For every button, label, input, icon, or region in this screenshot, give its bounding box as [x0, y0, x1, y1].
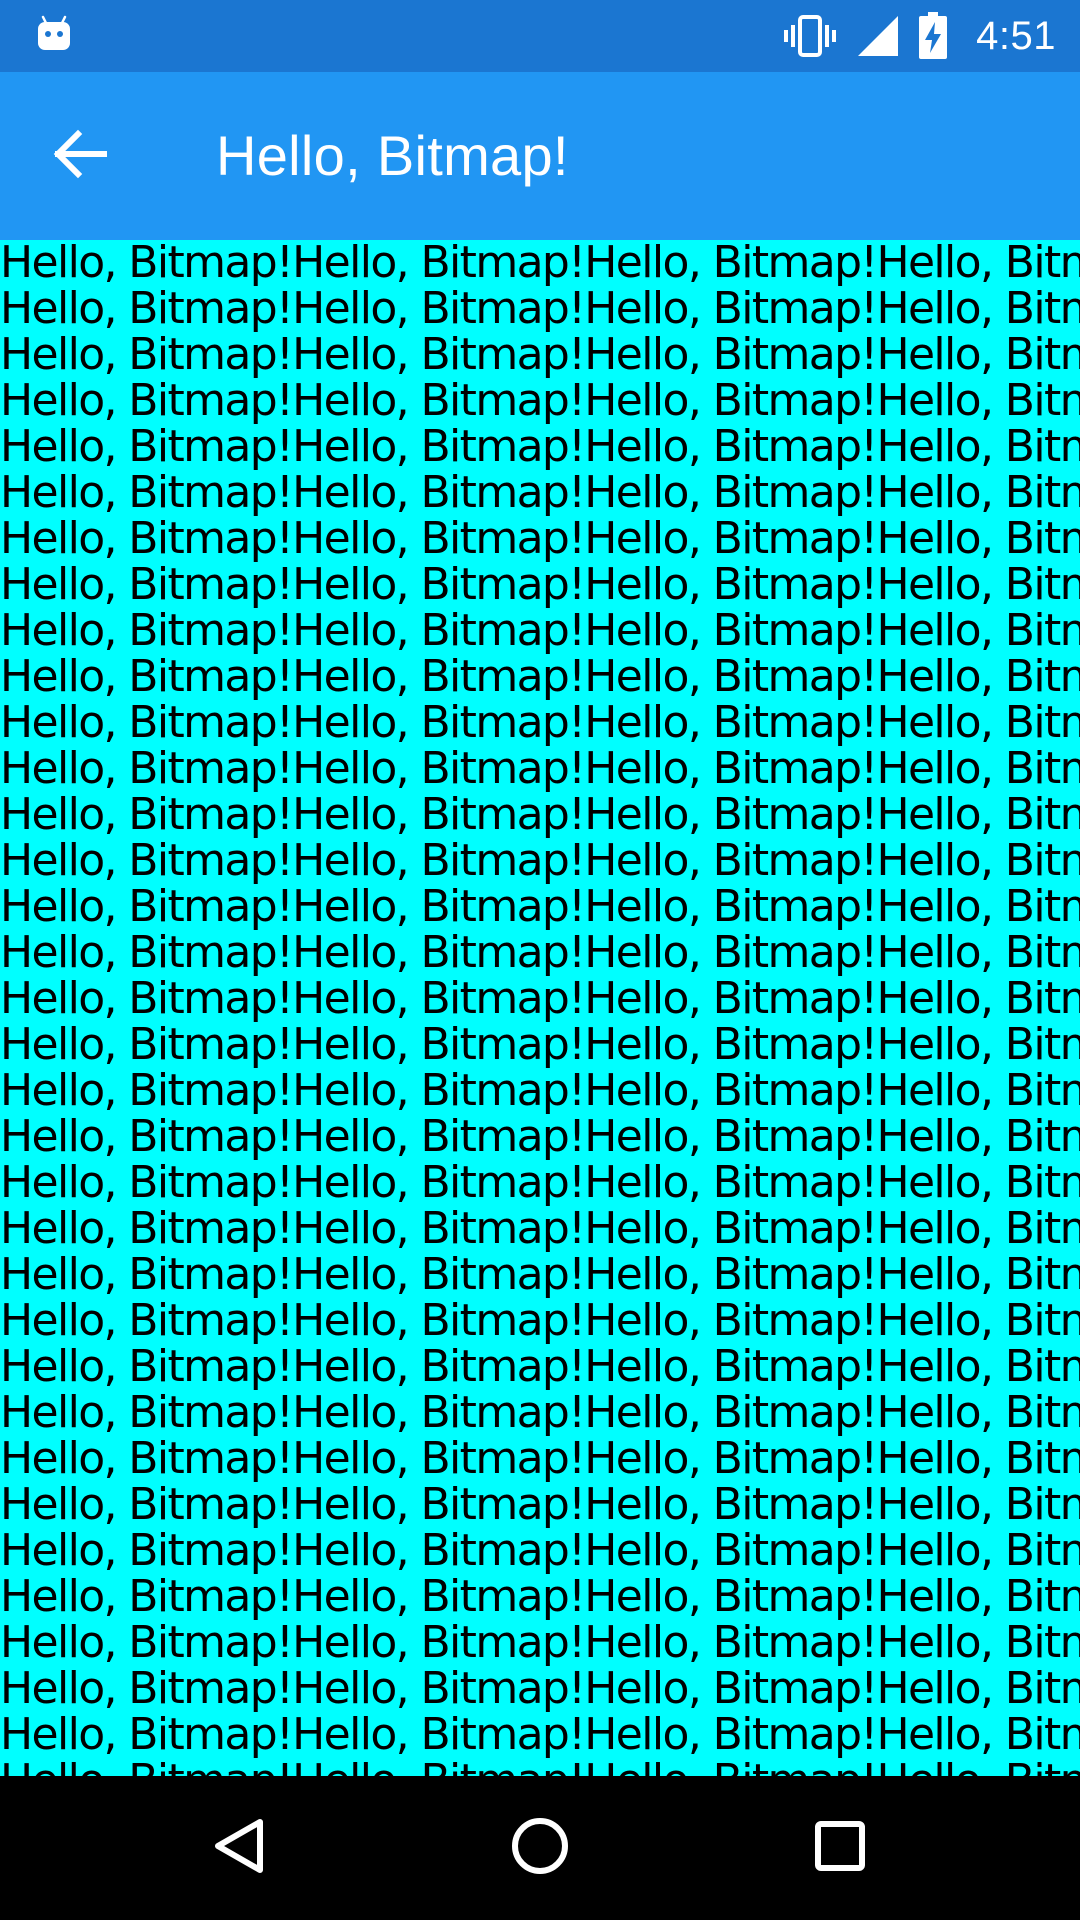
- text-line: Hello, Bitmap!Hello, Bitmap!Hello, Bitma…: [0, 743, 1080, 794]
- text-line: Hello, Bitmap!Hello, Bitmap!Hello, Bitma…: [0, 605, 1080, 656]
- status-icons: 4:51: [782, 0, 1056, 72]
- android-icon: [34, 14, 74, 54]
- nav-home-icon: [510, 1816, 570, 1881]
- app-bar: Hello, Bitmap!: [0, 72, 1080, 240]
- battery-charging-icon: [918, 12, 948, 60]
- text-line: Hello, Bitmap!Hello, Bitmap!Hello, Bitma…: [0, 1019, 1080, 1070]
- text-line: Hello, Bitmap!Hello, Bitmap!Hello, Bitma…: [0, 1341, 1080, 1392]
- page-title: Hello, Bitmap!: [216, 124, 569, 187]
- text-line: Hello, Bitmap!Hello, Bitmap!Hello, Bitma…: [0, 789, 1080, 840]
- text-line: Hello, Bitmap!Hello, Bitmap!Hello, Bitma…: [0, 329, 1080, 380]
- text-line: Hello, Bitmap!Hello, Bitmap!Hello, Bitma…: [0, 1111, 1080, 1162]
- text-line: Hello, Bitmap!Hello, Bitmap!Hello, Bitma…: [0, 559, 1080, 610]
- text-line: Hello, Bitmap!Hello, Bitmap!Hello, Bitma…: [0, 240, 1080, 288]
- nav-home-button[interactable]: [490, 1798, 590, 1898]
- back-button[interactable]: [40, 116, 120, 196]
- text-line: Hello, Bitmap!Hello, Bitmap!Hello, Bitma…: [0, 1617, 1080, 1668]
- text-line: Hello, Bitmap!Hello, Bitmap!Hello, Bitma…: [0, 467, 1080, 518]
- nav-back-icon: [210, 1816, 270, 1881]
- text-line: Hello, Bitmap!Hello, Bitmap!Hello, Bitma…: [0, 421, 1080, 472]
- text-line: Hello, Bitmap!Hello, Bitmap!Hello, Bitma…: [0, 1571, 1080, 1622]
- text-line: Hello, Bitmap!Hello, Bitmap!Hello, Bitma…: [0, 1525, 1080, 1576]
- nav-recents-icon: [810, 1816, 870, 1881]
- text-line: Hello, Bitmap!Hello, Bitmap!Hello, Bitma…: [0, 1433, 1080, 1484]
- text-line: Hello, Bitmap!Hello, Bitmap!Hello, Bitma…: [0, 1479, 1080, 1530]
- text-line: Hello, Bitmap!Hello, Bitmap!Hello, Bitma…: [0, 1249, 1080, 1300]
- signal-icon: [856, 14, 900, 58]
- text-line: Hello, Bitmap!Hello, Bitmap!Hello, Bitma…: [0, 375, 1080, 426]
- text-line: Hello, Bitmap!Hello, Bitmap!Hello, Bitma…: [0, 1387, 1080, 1438]
- text-line: Hello, Bitmap!Hello, Bitmap!Hello, Bitma…: [0, 973, 1080, 1024]
- status-time: 4:51: [976, 13, 1056, 58]
- text-line: Hello, Bitmap!Hello, Bitmap!Hello, Bitma…: [0, 1203, 1080, 1254]
- text-line: Hello, Bitmap!Hello, Bitmap!Hello, Bitma…: [0, 283, 1080, 334]
- text-line: Hello, Bitmap!Hello, Bitmap!Hello, Bitma…: [0, 881, 1080, 932]
- status-bar: 4:51: [0, 0, 1080, 72]
- text-line: Hello, Bitmap!Hello, Bitmap!Hello, Bitma…: [0, 1157, 1080, 1208]
- text-line: Hello, Bitmap!Hello, Bitmap!Hello, Bitma…: [0, 1295, 1080, 1346]
- text-line: Hello, Bitmap!Hello, Bitmap!Hello, Bitma…: [0, 927, 1080, 978]
- screen: 4:51 Hello, Bitmap! Hello, Bitmap!Hello,…: [0, 0, 1080, 1920]
- text-line: Hello, Bitmap!Hello, Bitmap!Hello, Bitma…: [0, 1758, 1080, 1777]
- text-line: Hello, Bitmap!Hello, Bitmap!Hello, Bitma…: [0, 513, 1080, 564]
- text-line: Hello, Bitmap!Hello, Bitmap!Hello, Bitma…: [0, 1663, 1080, 1714]
- text-line: Hello, Bitmap!Hello, Bitmap!Hello, Bitma…: [0, 1709, 1080, 1760]
- text-line: Hello, Bitmap!Hello, Bitmap!Hello, Bitma…: [0, 697, 1080, 748]
- nav-recents-button[interactable]: [790, 1798, 890, 1898]
- text-line: Hello, Bitmap!Hello, Bitmap!Hello, Bitma…: [0, 651, 1080, 702]
- text-line: Hello, Bitmap!Hello, Bitmap!Hello, Bitma…: [0, 1065, 1080, 1116]
- nav-back-button[interactable]: [190, 1798, 290, 1898]
- navigation-bar: [0, 1776, 1080, 1920]
- arrow-back-icon: [52, 126, 108, 187]
- vibrate-icon: [782, 13, 838, 59]
- bitmap-canvas: Hello, Bitmap!Hello, Bitmap!Hello, Bitma…: [0, 240, 1080, 1776]
- text-line: Hello, Bitmap!Hello, Bitmap!Hello, Bitma…: [0, 835, 1080, 886]
- text-lines: Hello, Bitmap!Hello, Bitmap!Hello, Bitma…: [0, 240, 1080, 1776]
